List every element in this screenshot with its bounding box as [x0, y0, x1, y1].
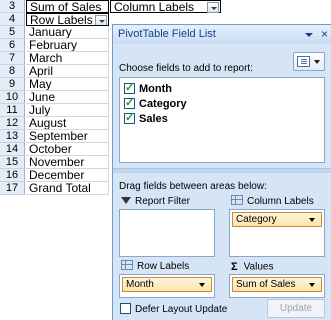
values-area[interactable]: Sum of Sales [229, 274, 325, 298]
row-number[interactable]: 12 [0, 117, 25, 130]
area-chip-month[interactable]: Month [122, 277, 212, 292]
field-label: Month [139, 83, 172, 95]
area-chip-sum-of-sales[interactable]: Sum of Sales [232, 277, 322, 292]
column-labels-filter-dropdown[interactable] [207, 2, 219, 13]
row-grid-icon [121, 260, 133, 271]
row-labels-label: Row Labels [137, 261, 190, 272]
field-list-box: Month Category Sales [119, 77, 325, 163]
cell-month[interactable]: January [26, 26, 109, 39]
defer-layout-update-row[interactable]: Defer Layout Update [120, 302, 228, 316]
row-number[interactable]: 7 [0, 52, 25, 65]
sigma-icon: Σ [231, 261, 238, 273]
filter-funnel-icon [121, 196, 131, 204]
field-layout-button[interactable] [293, 52, 325, 71]
field-label: Sales [139, 113, 168, 125]
cell-month[interactable]: February [26, 39, 109, 52]
row-number[interactable]: 5 [0, 26, 25, 39]
cell-month[interactable]: July [26, 104, 109, 117]
area-chip-category[interactable]: Category [232, 212, 322, 227]
row-number[interactable]: 15 [0, 156, 25, 169]
cell-month[interactable]: September [26, 130, 109, 143]
row-number[interactable]: 6 [0, 39, 25, 52]
chevron-down-icon[interactable] [309, 218, 315, 222]
pivottable-field-list-pane: PivotTable Field List × Choose fields to… [112, 24, 331, 320]
field-item-month[interactable]: Month [124, 81, 172, 96]
column-labels-label: Column Labels [247, 196, 314, 207]
chip-label: Category [236, 214, 277, 225]
row-number[interactable]: 17 [0, 182, 25, 195]
row-number[interactable]: 4 [0, 13, 25, 26]
row-number[interactable]: 10 [0, 91, 25, 104]
defer-layout-update-checkbox[interactable] [120, 302, 131, 314]
field-layout-icon [297, 56, 310, 67]
cell-month[interactable]: December [26, 169, 109, 182]
chip-label: Month [126, 279, 154, 290]
row-number[interactable]: 11 [0, 104, 25, 117]
cell-month[interactable]: March [26, 52, 109, 65]
chip-label: Sum of Sales [236, 279, 296, 290]
column-labels-text: Column Labels [114, 0, 195, 14]
cell-sum-of-sales[interactable]: Sum of Sales [26, 0, 109, 13]
field-item-sales[interactable]: Sales [124, 111, 168, 126]
drag-fields-label: Drag fields between areas below: [119, 181, 267, 192]
chevron-down-icon [314, 60, 320, 64]
pane-title: PivotTable Field List [113, 25, 331, 44]
cell-grand-total[interactable]: Grand Total [26, 182, 109, 195]
chevron-down-icon[interactable] [199, 283, 205, 287]
row-number[interactable]: 14 [0, 143, 25, 156]
row-number[interactable]: 16 [0, 169, 25, 182]
field-item-category[interactable]: Category [124, 96, 187, 111]
report-filter-header: Report Filter [121, 196, 190, 208]
pane-options-chevron-icon[interactable] [305, 33, 313, 37]
pane-splitter[interactable] [113, 168, 331, 173]
row-labels-header: Row Labels [121, 260, 190, 273]
field-checkbox-category[interactable] [124, 96, 135, 110]
cell-column-labels[interactable]: Column Labels [110, 0, 221, 13]
values-label: Values [243, 261, 274, 273]
column-labels-header: Column Labels [231, 195, 314, 208]
row-number[interactable]: 13 [0, 130, 25, 143]
report-filter-label: Report Filter [135, 196, 191, 207]
field-checkbox-month[interactable] [124, 81, 135, 95]
chevron-down-icon[interactable] [309, 283, 315, 287]
update-button[interactable]: Update [267, 299, 325, 318]
row-labels-text: Row Labels [30, 13, 93, 26]
row-number[interactable]: 3 [0, 0, 25, 13]
cell-month[interactable]: October [26, 143, 109, 156]
cell-month[interactable]: June [26, 91, 109, 104]
report-filter-area[interactable] [119, 209, 215, 257]
cell-row-labels[interactable]: Row Labels [26, 13, 109, 26]
choose-fields-label: Choose fields to add to report: [119, 63, 253, 74]
field-label: Category [139, 98, 187, 110]
cell-month[interactable]: May [26, 78, 109, 91]
column-grid-icon [231, 195, 243, 206]
field-checkbox-sales[interactable] [124, 111, 135, 125]
pane-title-text: PivotTable Field List [118, 28, 216, 40]
defer-layout-update-label: Defer Layout Update [135, 304, 228, 315]
row-number[interactable]: 9 [0, 78, 25, 91]
row-labels-area[interactable]: Month [119, 274, 215, 298]
close-icon[interactable]: × [321, 27, 328, 41]
row-labels-filter-dropdown[interactable] [95, 15, 107, 25]
values-header: Σ Values [231, 261, 273, 274]
cell-month[interactable]: August [26, 117, 109, 130]
sheet-row-3: 3 Sum of Sales Column Labels [0, 0, 331, 13]
row-number[interactable]: 8 [0, 65, 25, 78]
cell-month[interactable]: April [26, 65, 109, 78]
cell-month[interactable]: November [26, 156, 109, 169]
column-labels-area[interactable]: Category [229, 209, 325, 257]
